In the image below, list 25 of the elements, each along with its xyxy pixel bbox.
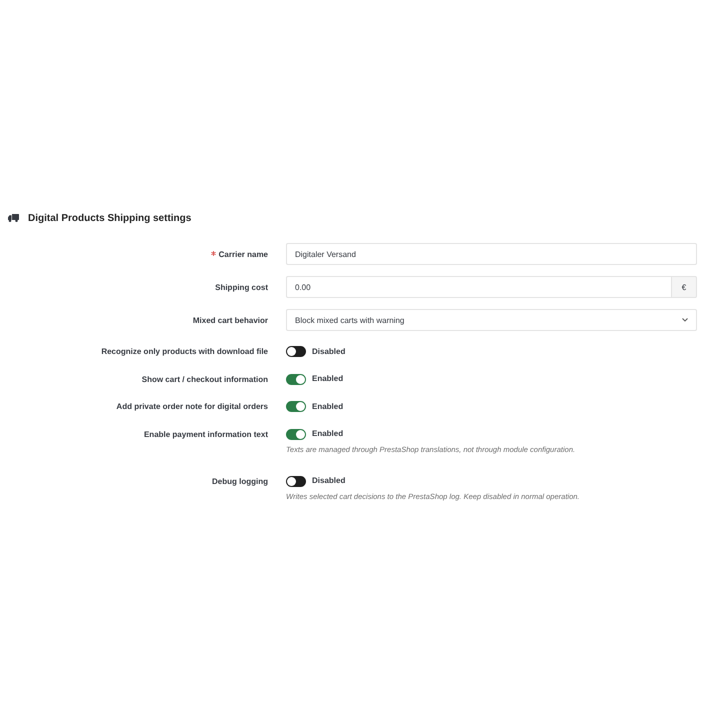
toggle-switch[interactable]: [286, 374, 306, 384]
field-label: Carrier name: [218, 250, 268, 258]
field-label: Recognize only products with download file: [101, 347, 268, 356]
truck-icon: [8, 214, 19, 222]
dropdown-select[interactable]: Block mixed carts with warning: [286, 309, 697, 331]
toggle-switch[interactable]: [286, 476, 306, 486]
currency-addon: €: [672, 276, 697, 298]
switch-status: Disabled: [312, 346, 346, 358]
toggle-switch[interactable]: [286, 428, 306, 440]
field-label: Shipping cost: [215, 282, 268, 292]
field-label: Mixed cart behavior: [192, 316, 268, 324]
toggle-switch[interactable]: [286, 346, 306, 357]
toggle-switch[interactable]: [286, 401, 306, 412]
text-field[interactable]: Digitaler Versand: [286, 243, 697, 265]
chevron-down-icon: [682, 318, 688, 322]
switch-status: Enabled: [312, 400, 344, 412]
switch-status: Enabled: [312, 373, 344, 385]
section-title: Digital Products Shipping settings: [28, 212, 192, 224]
field-label: Enable payment information text: [144, 430, 268, 438]
field-label: Show cart / checkout information: [142, 374, 268, 384]
price-field[interactable]: 0.00: [286, 276, 672, 298]
switch-status: Disabled: [312, 475, 346, 487]
field-label: Debug logging: [212, 476, 268, 486]
switch-status: Enabled: [312, 428, 344, 440]
field-label: Add private order note for digital orders: [116, 402, 268, 411]
